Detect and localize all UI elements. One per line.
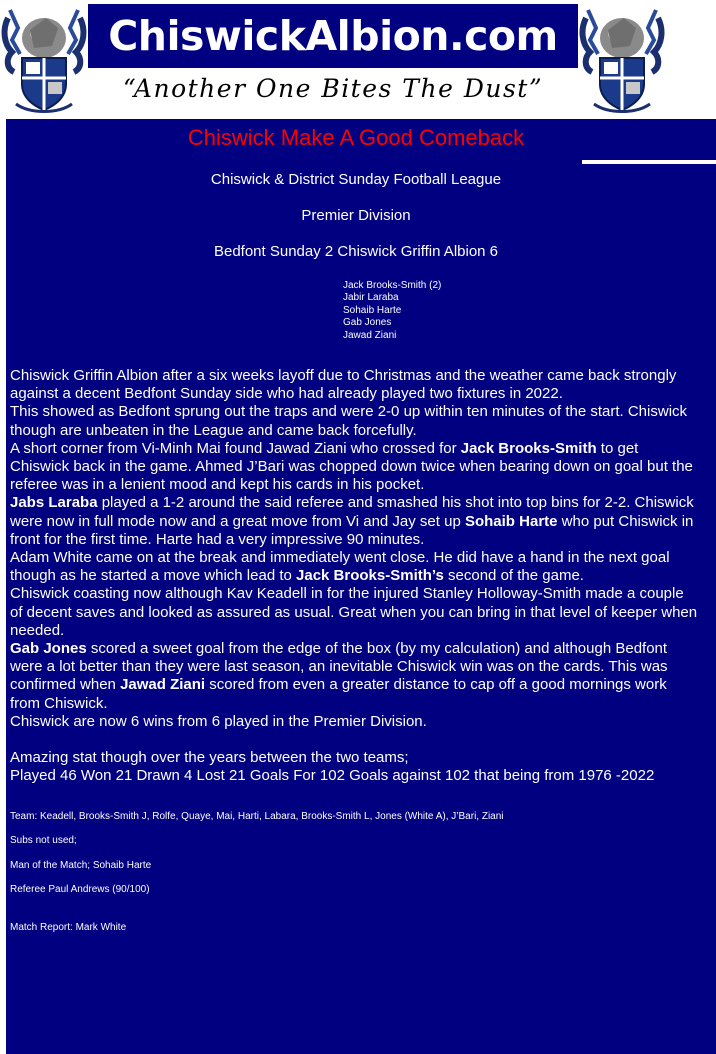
report-paragraph: Amazing stat though over the years betwe… xyxy=(10,749,409,767)
scorer-item: Sohaib Harte xyxy=(343,304,402,316)
match-report: Chiswick Griffin Albion after a six week… xyxy=(10,367,700,785)
player-name: Jawad Ziani xyxy=(120,676,206,694)
team-lineup: Team: Keadell, Brooks-Smith J, Rolfe, Qu… xyxy=(10,811,504,822)
referee-rating: Referee Paul Andrews (90/100) xyxy=(10,884,150,895)
site-title[interactable]: ChiswickAlbion.com xyxy=(88,4,578,68)
scorer-item: Jack Brooks-Smith (2) xyxy=(343,280,442,291)
score-line: Bedfont Sunday 2 Chiswick Griffin Albion… xyxy=(213,243,499,260)
player-name: Jack Brooks-Smith xyxy=(460,439,597,457)
player-name: Gab Jones xyxy=(10,640,87,658)
report-paragraph: Chiswick Griffin Albion after a six week… xyxy=(10,367,677,403)
report-paragraph: Chiswick are now 6 wins from 6 played in… xyxy=(10,712,427,730)
divider-line xyxy=(582,160,716,164)
scorer-item: Gab Jones xyxy=(343,317,392,329)
player-name: Sohaib Harte xyxy=(464,512,558,530)
league-name: Chiswick & District Sunday Football Leag… xyxy=(210,171,502,188)
division-name: Premier Division xyxy=(301,207,411,224)
man-of-the-match: Man of the Match; Sohaib Harte xyxy=(10,860,152,871)
report-paragraph: Adam White came on at the break and imme… xyxy=(10,549,700,585)
club-crest-icon xyxy=(578,0,666,118)
player-name: Jabs Laraba xyxy=(10,494,98,512)
site-tagline: “Another One Bites The Dust” xyxy=(122,74,544,103)
report-paragraph: Played 46 Won 21 Drawn 4 Lost 21 Goals F… xyxy=(10,767,655,785)
report-text: A short corner from Vi-Minh Mai found Ja… xyxy=(10,439,461,457)
report-paragraph: A short corner from Vi-Minh Mai found Ja… xyxy=(10,440,700,495)
article-panel: Chiswick Make A Good Comeback Chiswick &… xyxy=(6,119,716,1054)
report-paragraph: Jabs Laraba played a 1-2 around the said… xyxy=(10,494,700,549)
scorer-item: Jabir Laraba xyxy=(343,292,399,304)
report-paragraph: Gab Jones scored a sweet goal from the e… xyxy=(10,640,700,713)
site-header: ChiswickAlbion.com “Another One Bites Th… xyxy=(0,0,716,118)
article-headline: Chiswick Make A Good Comeback xyxy=(187,125,525,150)
report-author: Match Report: Mark White xyxy=(10,922,127,933)
report-text: second of the game. xyxy=(443,567,584,585)
report-paragraph: Chiswick coasting now although Kav Keade… xyxy=(10,585,698,639)
club-crest-icon xyxy=(0,0,88,118)
report-paragraph: This showed as Bedfont sprung out the tr… xyxy=(10,403,688,439)
player-name: Jack Brooks-Smith’s xyxy=(296,567,444,585)
scorer-item: Jawad Ziani xyxy=(343,329,397,341)
subs-not-used: Subs not used; xyxy=(10,835,77,846)
scorers-list: Jack Brooks-Smith (2) Jabir Laraba Sohai… xyxy=(343,280,441,342)
